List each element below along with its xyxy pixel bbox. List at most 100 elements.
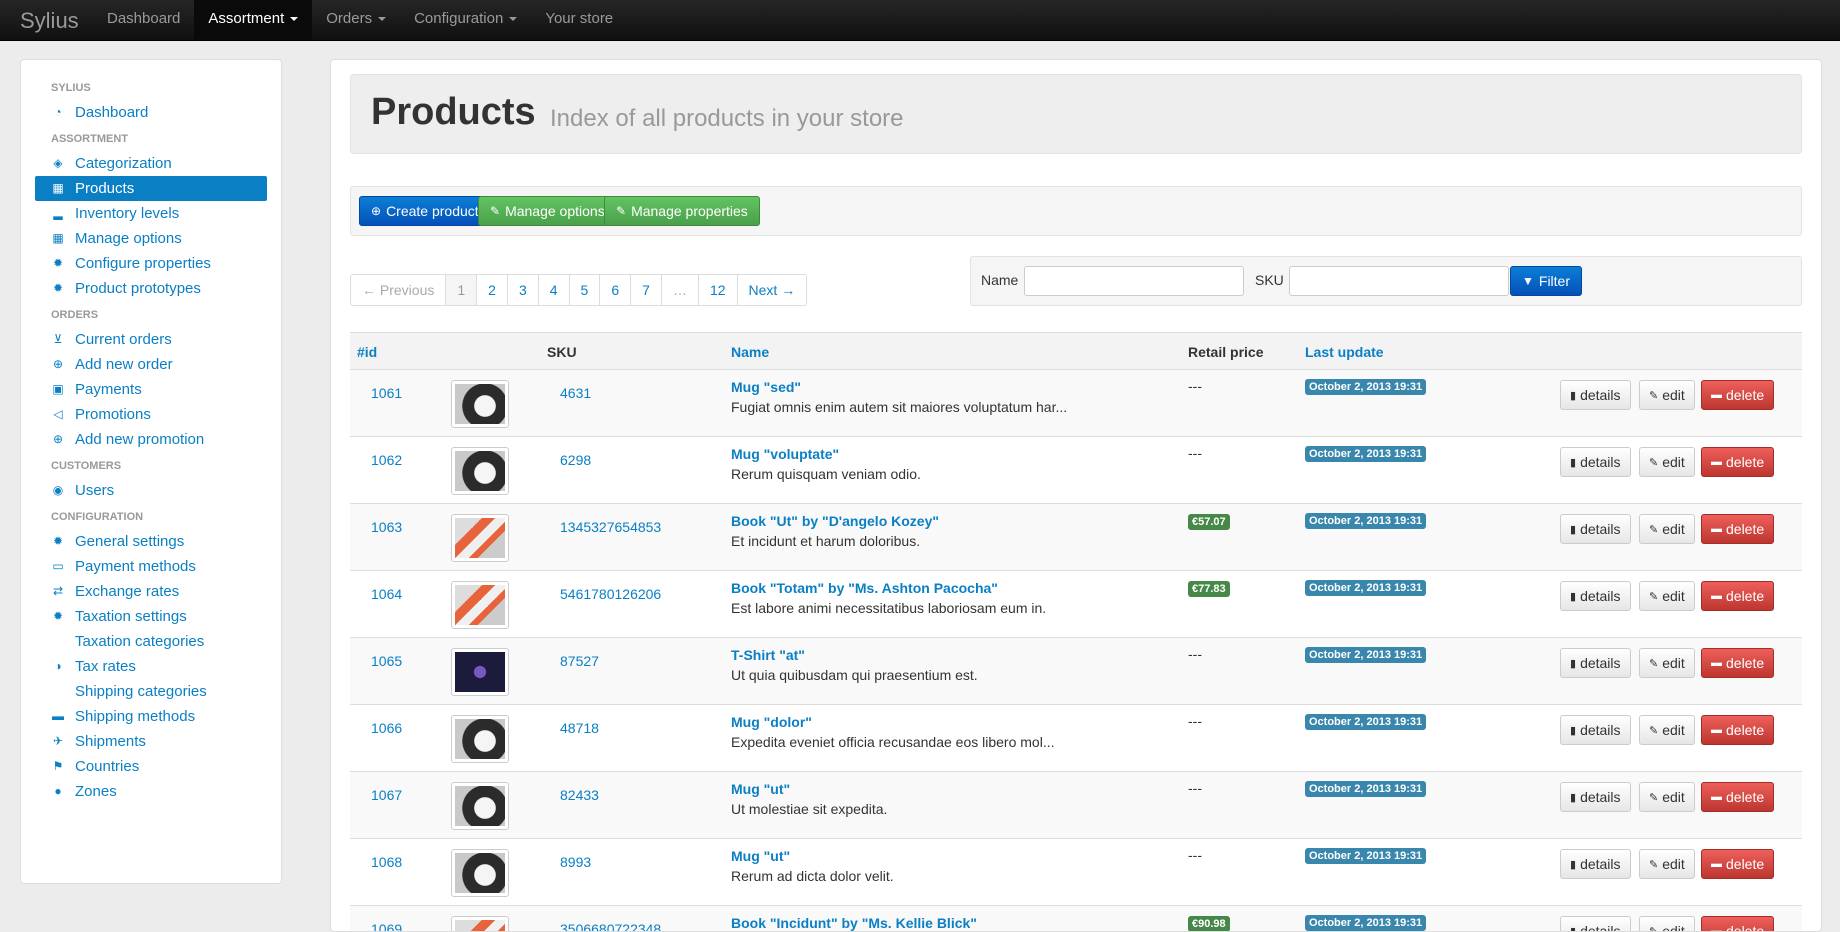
product-sku-link[interactable]: 6298 [560, 452, 591, 468]
page-link[interactable]: 3 [508, 275, 539, 305]
delete-button[interactable]: ▬ delete [1701, 514, 1775, 544]
page-link[interactable]: 5 [570, 275, 601, 305]
sidebar-item-shipping-methods[interactable]: ▬ Shipping methods [35, 704, 267, 729]
sidebar-item-promotions[interactable]: ◁ Promotions [35, 402, 267, 427]
product-thumbnail[interactable] [451, 380, 509, 428]
sidebar-item-users[interactable]: ◉ Users [35, 478, 267, 503]
product-name-link[interactable]: Book "Totam" by "Ms. Ashton Pacocha" [731, 580, 998, 596]
edit-button[interactable]: ✎ edit [1639, 447, 1695, 477]
product-id-link[interactable]: 1068 [371, 854, 402, 870]
product-sku-link[interactable]: 1345327654853 [560, 519, 661, 535]
details-button[interactable]: ▮ details [1560, 581, 1631, 611]
details-button[interactable]: ▮ details [1560, 447, 1631, 477]
sidebar-item-tax-rates[interactable]: ◑ Tax rates [35, 654, 267, 679]
sidebar-item-payment-methods[interactable]: ▭ Payment methods [35, 554, 267, 579]
product-thumbnail[interactable] [451, 514, 509, 562]
delete-button[interactable]: ▬ delete [1701, 447, 1775, 477]
product-thumbnail[interactable] [451, 715, 509, 763]
delete-button[interactable]: ▬ delete [1701, 380, 1775, 410]
product-thumbnail[interactable] [451, 648, 509, 696]
product-id-link[interactable]: 1067 [371, 787, 402, 803]
sidebar-item-product-prototypes[interactable]: ✹ Product prototypes [35, 276, 267, 301]
edit-button[interactable]: ✎ edit [1639, 782, 1695, 812]
product-name-link[interactable]: Mug "voluptate" [731, 446, 839, 462]
product-id-link[interactable]: 1064 [371, 586, 402, 602]
sidebar-item-configure-properties[interactable]: ✹ Configure properties [35, 251, 267, 276]
delete-button[interactable]: ▬ delete [1701, 715, 1775, 745]
column-header-last-update[interactable]: Last update [1305, 344, 1384, 360]
product-sku-link[interactable]: 3506680722348 [560, 921, 661, 931]
edit-button[interactable]: ✎ edit [1639, 916, 1695, 931]
page-link[interactable]: Next → [738, 275, 807, 305]
product-name-link[interactable]: Mug "sed" [731, 379, 801, 395]
sku-filter-input[interactable] [1289, 266, 1509, 296]
details-button[interactable]: ▮ details [1560, 380, 1631, 410]
nav-orders[interactable]: Orders [312, 0, 400, 40]
product-sku-link[interactable]: 82433 [560, 787, 599, 803]
sidebar-item-taxation-settings[interactable]: ✹ Taxation settings [35, 604, 267, 629]
column-header-id[interactable]: #id [357, 344, 377, 360]
sidebar-item-categorization[interactable]: ◈ Categorization [35, 151, 267, 176]
product-sku-link[interactable]: 48718 [560, 720, 599, 736]
page-link[interactable]: 4 [539, 275, 570, 305]
sidebar-item-current-orders[interactable]: ⊻ Current orders [35, 327, 267, 352]
manage-properties-button[interactable]: ✎ Manage properties [604, 196, 760, 226]
product-thumbnail[interactable] [451, 447, 509, 495]
delete-button[interactable]: ▬ delete [1701, 782, 1775, 812]
product-sku-link[interactable]: 8993 [560, 854, 591, 870]
product-name-link[interactable]: Mug "ut" [731, 848, 790, 864]
product-id-link[interactable]: 1061 [371, 385, 402, 401]
create-product-button[interactable]: ⊕ Create product [359, 196, 491, 226]
edit-button[interactable]: ✎ edit [1639, 581, 1695, 611]
product-thumbnail[interactable] [451, 916, 509, 931]
product-name-link[interactable]: Book "Ut" by "D'angelo Kozey" [731, 513, 939, 529]
sidebar-item-countries[interactable]: ⚑ Countries [35, 754, 267, 779]
product-name-link[interactable]: T-Shirt "at" [731, 647, 805, 663]
product-id-link[interactable]: 1062 [371, 452, 402, 468]
details-button[interactable]: ▮ details [1560, 514, 1631, 544]
page-link[interactable]: 6 [600, 275, 632, 305]
page-link[interactable]: 1 [446, 275, 478, 305]
product-thumbnail[interactable] [451, 849, 509, 897]
page-link[interactable]: 2 [477, 275, 508, 305]
product-id-link[interactable]: 1066 [371, 720, 402, 736]
product-name-link[interactable]: Book "Incidunt" by "Ms. Kellie Blick" [731, 915, 977, 931]
edit-button[interactable]: ✎ edit [1639, 648, 1695, 678]
details-button[interactable]: ▮ details [1560, 916, 1631, 931]
nav-dashboard[interactable]: Dashboard [93, 0, 194, 40]
delete-button[interactable]: ▬ delete [1701, 849, 1775, 879]
sidebar-item-taxation-categories[interactable]: Taxation categories [35, 629, 267, 654]
details-button[interactable]: ▮ details [1560, 849, 1631, 879]
sidebar-item-inventory-levels[interactable]: ▂ Inventory levels [35, 201, 267, 226]
edit-button[interactable]: ✎ edit [1639, 514, 1695, 544]
product-thumbnail[interactable] [451, 581, 509, 629]
sidebar-item-shipments[interactable]: ✈ Shipments [35, 729, 267, 754]
edit-button[interactable]: ✎ edit [1639, 380, 1695, 410]
nav-configuration[interactable]: Configuration [400, 0, 531, 40]
brand-logo[interactable]: Sylius [20, 8, 79, 34]
name-filter-input[interactable] [1024, 266, 1244, 296]
product-id-link[interactable]: 1069 [371, 921, 402, 931]
product-name-link[interactable]: Mug "dolor" [731, 714, 812, 730]
manage-options-button[interactable]: ✎ Manage options [478, 196, 617, 226]
sidebar-item-manage-options[interactable]: ▦ Manage options [35, 226, 267, 251]
sidebar-item-add-new-order[interactable]: ⊕ Add new order [35, 352, 267, 377]
sidebar-item-exchange-rates[interactable]: ⇄ Exchange rates [35, 579, 267, 604]
product-id-link[interactable]: 1063 [371, 519, 402, 535]
product-thumbnail[interactable] [451, 782, 509, 830]
sidebar-item-shipping-categories[interactable]: Shipping categories [35, 679, 267, 704]
sidebar-item-add-new-promotion[interactable]: ⊕ Add new promotion [35, 427, 267, 452]
sidebar-item-dashboard[interactable]: ◔ Dashboard [35, 100, 267, 125]
nav-your-store[interactable]: Your store [531, 0, 627, 40]
sidebar-item-zones[interactable]: ● Zones [35, 779, 267, 804]
sidebar-item-payments[interactable]: ▣ Payments [35, 377, 267, 402]
filter-button[interactable]: ▼ Filter [1510, 266, 1583, 296]
delete-button[interactable]: ▬ delete [1701, 581, 1775, 611]
edit-button[interactable]: ✎ edit [1639, 715, 1695, 745]
product-sku-link[interactable]: 87527 [560, 653, 599, 669]
page-link[interactable]: 12 [699, 275, 738, 305]
product-sku-link[interactable]: 5461780126206 [560, 586, 661, 602]
sidebar-item-general-settings[interactable]: ✹ General settings [35, 529, 267, 554]
nav-assortment[interactable]: Assortment [194, 0, 313, 40]
product-sku-link[interactable]: 4631 [560, 385, 591, 401]
